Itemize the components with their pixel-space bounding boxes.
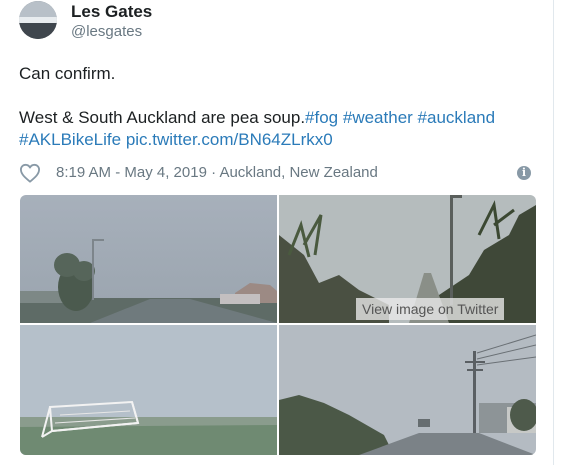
- pic-link[interactable]: pic.twitter.com/BN64ZLrkx0: [126, 130, 333, 149]
- tweet-text: Can confirm. West & South Auckland are p…: [19, 63, 544, 151]
- info-icon[interactable]: i: [517, 166, 531, 180]
- hashtag-fog[interactable]: #fog: [305, 108, 338, 127]
- avatar[interactable]: [19, 1, 57, 39]
- heart-outline-icon[interactable]: [19, 163, 41, 183]
- hashtag-aklbikelife[interactable]: #AKLBikeLife: [19, 130, 121, 149]
- tweet-line-2: West & South Auckland are pea soup.#fog …: [19, 107, 544, 151]
- author-name[interactable]: Les Gates: [71, 2, 152, 22]
- meta-separator: ·: [211, 164, 217, 181]
- right-border: [553, 0, 554, 465]
- view-image-on-twitter-badge[interactable]: View image on Twitter: [356, 298, 505, 320]
- hashtag-auckland[interactable]: #auckland: [418, 108, 496, 127]
- tweet-line-1: Can confirm.: [19, 64, 116, 83]
- hashtag-weather[interactable]: #weather: [343, 108, 413, 127]
- photo-foggy-field[interactable]: [20, 325, 277, 455]
- timestamp[interactable]: 8:19 AM - May 4, 2019: [56, 164, 207, 181]
- tweet-body: West & South Auckland are pea soup.: [19, 108, 306, 127]
- photo-foggy-road[interactable]: [20, 195, 277, 323]
- author-handle[interactable]: @lesgates: [71, 22, 142, 42]
- media-grid[interactable]: View image on Twitter: [20, 195, 536, 455]
- tweet-meta: 8:19 AM - May 4, 2019 · Auckland, New Ze…: [19, 162, 539, 184]
- meta-text: 8:19 AM - May 4, 2019 · Auckland, New Ze…: [56, 162, 378, 184]
- photo-foggy-street[interactable]: [279, 325, 536, 455]
- location[interactable]: Auckland, New Zealand: [219, 164, 377, 181]
